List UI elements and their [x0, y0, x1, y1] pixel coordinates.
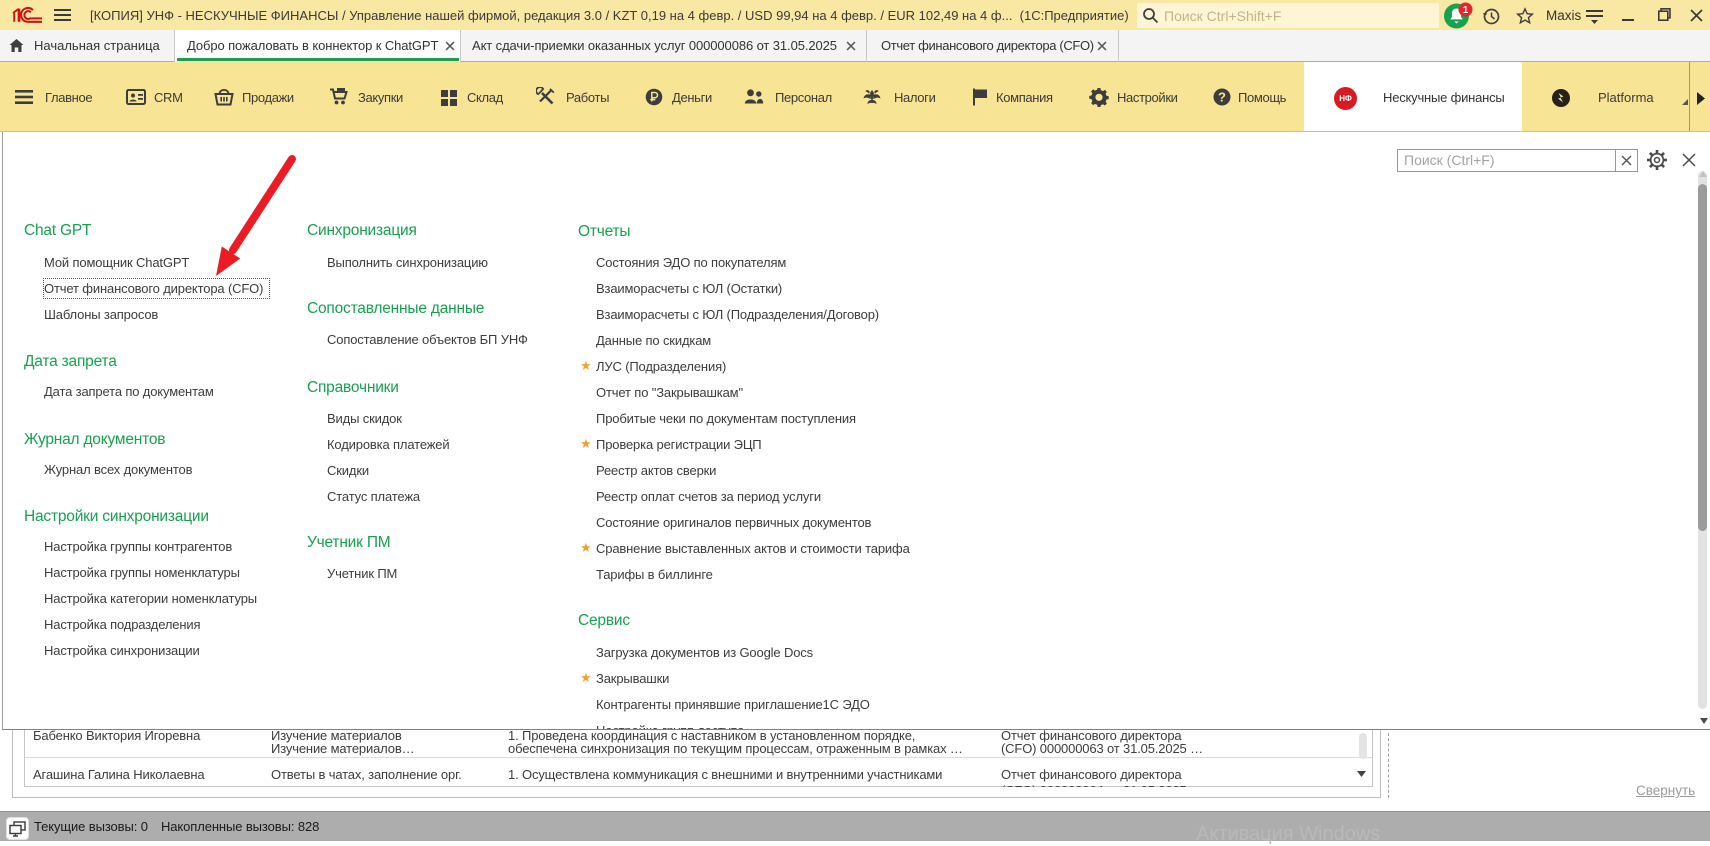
- svg-text:?: ?: [1218, 90, 1226, 105]
- svg-text:1: 1: [1463, 5, 1469, 16]
